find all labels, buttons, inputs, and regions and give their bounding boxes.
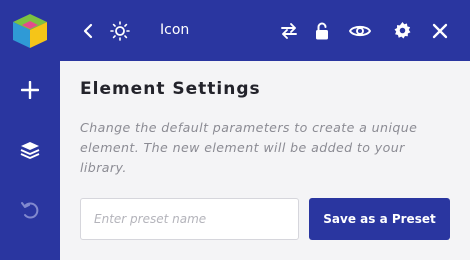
preset-name-input[interactable] (80, 198, 299, 240)
add-element-button[interactable] (0, 70, 60, 110)
undo-icon (21, 202, 39, 219)
preview-button[interactable] (346, 0, 374, 61)
layers-icon (20, 142, 40, 159)
layers-button[interactable] (0, 130, 60, 170)
eye-icon (349, 25, 371, 36)
lock-icon (316, 22, 328, 39)
save-as-preset-button[interactable]: Save as a Preset (309, 198, 450, 240)
panel-heading: Element Settings (80, 79, 261, 99)
cube-logo-icon[interactable] (10, 12, 50, 50)
lightbulb-button[interactable] (108, 0, 132, 61)
left-sidebar (0, 0, 60, 260)
undo-button[interactable] (0, 190, 60, 230)
top-toolbar: Icon (60, 0, 470, 61)
panel-description: Change the default parameters to create … (80, 120, 418, 175)
swap-button[interactable] (276, 0, 302, 61)
close-button[interactable] (428, 0, 452, 61)
settings-button[interactable] (390, 0, 414, 61)
chevron-left-icon (83, 23, 93, 38)
gear-icon (394, 21, 410, 39)
lightbulb-icon (110, 20, 130, 41)
back-button[interactable] (76, 0, 100, 61)
swap-icon (281, 22, 297, 39)
element-settings-panel: Element Settings Change the default para… (60, 61, 470, 260)
plus-icon (21, 81, 39, 99)
close-icon (432, 23, 448, 38)
lock-button[interactable] (310, 0, 334, 61)
element-title: Icon (160, 22, 190, 38)
